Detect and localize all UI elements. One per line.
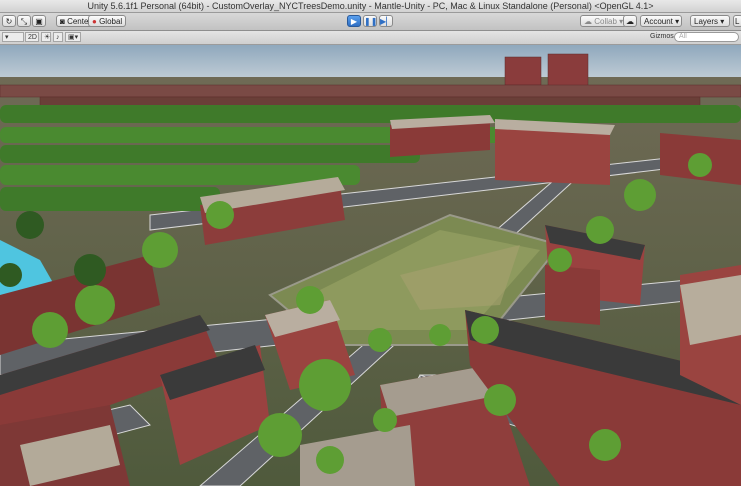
pivot-icon: ◙ xyxy=(60,17,65,26)
transform-tool-icon[interactable]: ▣ xyxy=(32,15,46,27)
step-button[interactable]: ▶▏ xyxy=(379,15,393,27)
light-icon[interactable]: ☀ xyxy=(41,32,51,42)
scene-view[interactable] xyxy=(0,45,741,486)
2d-toggle[interactable]: 2D xyxy=(25,32,39,42)
collab-button[interactable]: ☁ Collab ▾ xyxy=(580,15,628,27)
gizmos-dropdown[interactable]: Gizmos xyxy=(648,32,674,42)
fx-icon[interactable]: ▣▾ xyxy=(65,32,81,42)
play-button[interactable]: ▶ xyxy=(347,15,361,27)
play-icon: ▶ xyxy=(350,17,358,26)
main-toolbar: ↻ ⤡ ▣ ◙ Center ● Global ▶ ❚❚ ▶▏ ☁ Collab… xyxy=(0,13,741,31)
rect-tool-icon[interactable]: ⤡ xyxy=(17,15,31,27)
city-3d-render xyxy=(0,45,741,486)
layout-dropdown[interactable]: L xyxy=(733,15,741,27)
pause-button[interactable]: ❚❚ xyxy=(363,15,377,27)
step-icon: ▶▏ xyxy=(380,17,393,26)
audio-icon[interactable]: ♪ xyxy=(53,32,63,42)
globe-icon: ● xyxy=(92,17,97,26)
scene-search-input[interactable]: All xyxy=(674,32,739,42)
services-cloud-button[interactable]: ☁ xyxy=(623,15,637,27)
window-title: Unity 5.6.1f1 Personal (64bit) - CustomO… xyxy=(0,0,741,13)
layers-dropdown[interactable]: Layers ▾ xyxy=(690,15,730,27)
account-dropdown[interactable]: Account ▾ xyxy=(640,15,682,27)
pause-icon: ❚❚ xyxy=(364,17,378,26)
refresh-tool-icon[interactable]: ↻ xyxy=(2,15,16,27)
space-global-button[interactable]: ● Global xyxy=(88,15,127,27)
scene-toolbar: ▾ 2D ☀ ♪ ▣▾ Gizmos All xyxy=(0,31,741,45)
cloud-icon: ☁ xyxy=(584,17,592,26)
shading-mode-dropdown[interactable]: ▾ xyxy=(2,32,24,42)
